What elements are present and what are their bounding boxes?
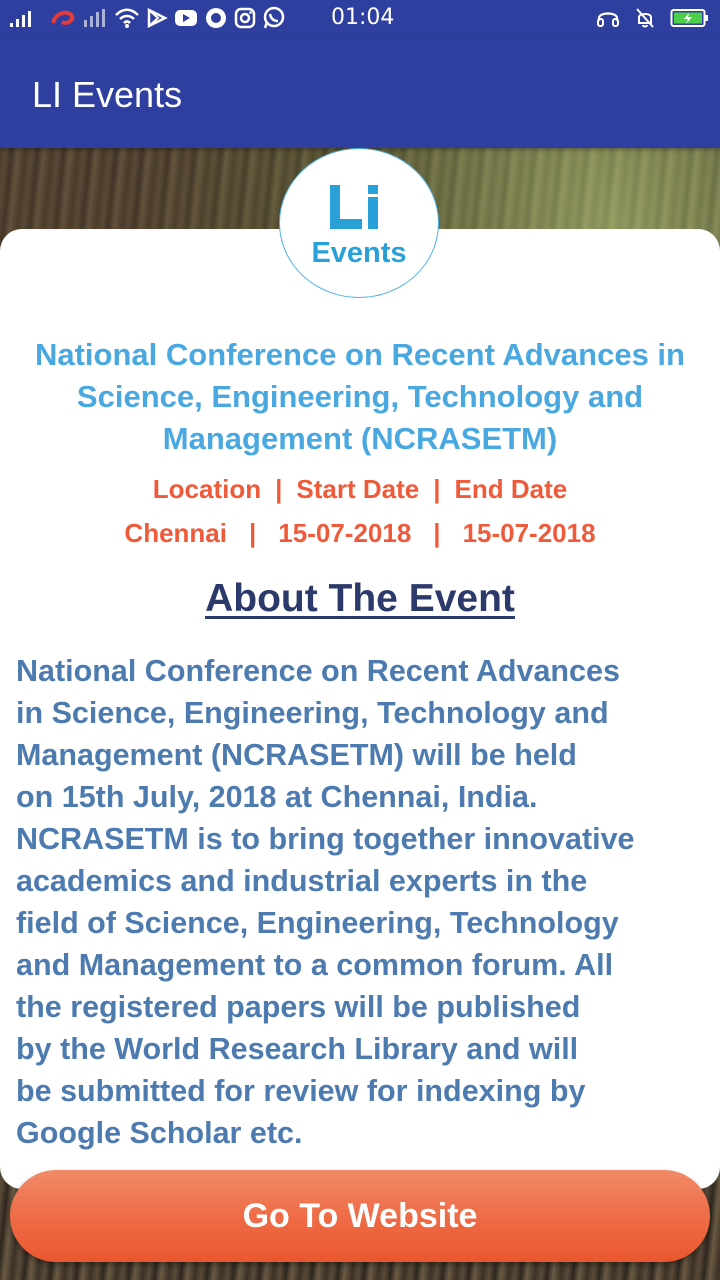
description-line: field of Science, Engineering, Technolog…	[16, 906, 619, 940]
signal-icon	[84, 9, 105, 27]
separator: |	[275, 474, 283, 504]
status-icons-right	[596, 6, 710, 30]
end-date-label: End Date	[454, 474, 568, 504]
event-meta-labels: Location | Start Date | End Date	[0, 474, 720, 505]
instagram-icon	[234, 7, 256, 29]
description-line: NCRASETM is to bring together innovative	[16, 822, 635, 856]
start-date-label: Start Date	[296, 474, 420, 504]
go-to-website-button[interactable]: Go To Website	[10, 1170, 710, 1262]
status-time: 01:04	[331, 5, 395, 30]
description-line: academics and industrial experts in the	[16, 864, 588, 898]
record-icon	[206, 8, 226, 28]
mute-icon	[636, 8, 654, 28]
description-line: and Management to a common forum. All	[16, 948, 614, 982]
app-title: LI Events	[32, 74, 183, 115]
status-bar: 01:04	[0, 0, 720, 36]
wifi-icon	[115, 8, 139, 28]
about-description: National Conference on Recent Advances i…	[16, 650, 708, 1154]
location-label: Location	[152, 474, 262, 504]
description-line: Management (NCRASETM) will be held	[16, 738, 577, 772]
description-line: be submitted for review for indexing by	[16, 1074, 586, 1108]
start-date-value: 15-07-2018	[278, 518, 412, 548]
app-bar: LI Events	[0, 36, 720, 148]
signal-icon	[10, 11, 31, 27]
li-logo-icon	[330, 185, 378, 229]
separator: |	[433, 474, 441, 504]
end-date-value: 15-07-2018	[462, 518, 596, 548]
event-meta-values: Chennai | 15-07-2018 | 15-07-2018	[0, 518, 720, 549]
whatsapp-icon	[263, 6, 285, 29]
about-heading: About The Event	[205, 577, 515, 620]
location-value: Chennai	[124, 518, 227, 548]
description-line: National Conference on Recent Advances	[16, 654, 620, 688]
battery-charging-icon	[670, 9, 708, 27]
event-title: National Conference on Recent Advances i…	[34, 337, 685, 456]
separator: |	[433, 518, 441, 548]
youtube-icon	[175, 10, 197, 26]
logo-text: Events	[311, 237, 407, 269]
headset-icon	[597, 12, 619, 27]
logo: Events	[279, 148, 439, 298]
airtel-icon	[51, 10, 75, 25]
separator: |	[249, 518, 257, 548]
description-line: Google Scholar etc.	[16, 1116, 303, 1150]
status-icons-left	[8, 6, 286, 30]
description-line: on 15th July, 2018 at Chennai, India.	[16, 780, 538, 814]
description-line: in Science, Engineering, Technology and	[16, 696, 609, 730]
description-line: by the World Research Library and will	[16, 1032, 579, 1066]
play-store-icon	[147, 7, 168, 29]
description-line: the registered papers will be published	[16, 990, 581, 1024]
